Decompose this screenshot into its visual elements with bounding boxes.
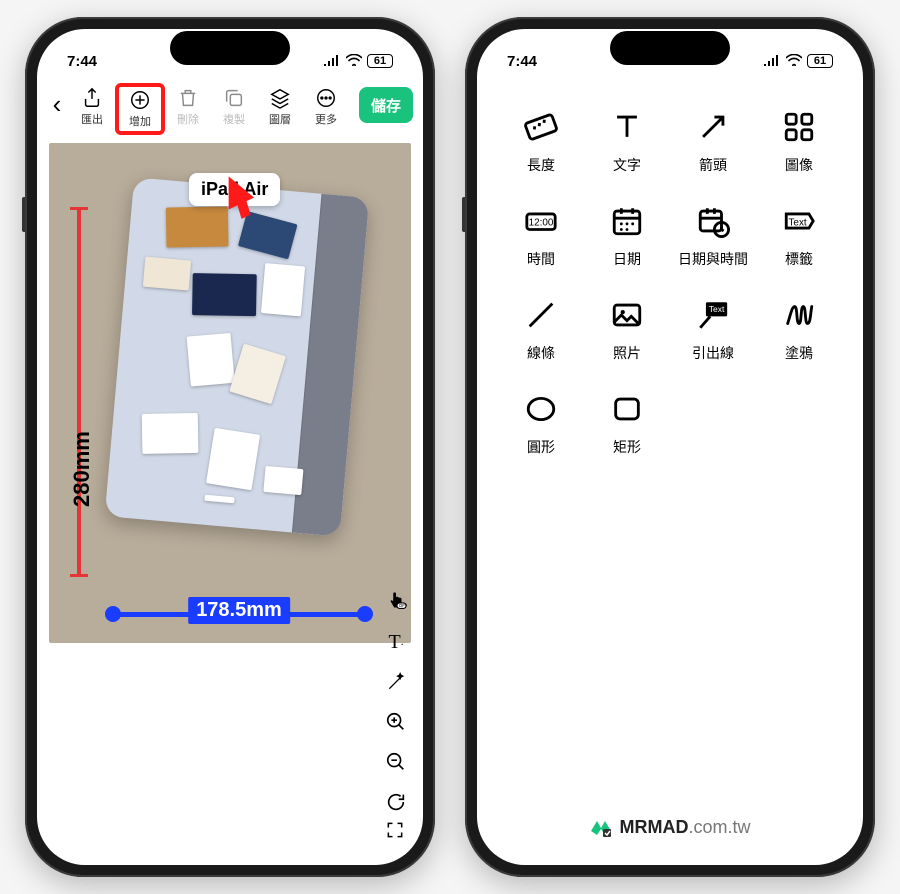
- tool-scribble[interactable]: 塗鴉: [761, 295, 837, 363]
- tool-label: 引出線: [692, 343, 734, 363]
- layers-label: 圖層: [269, 111, 291, 127]
- dynamic-island: [610, 31, 730, 65]
- tool-photo[interactable]: 照片: [589, 295, 665, 363]
- zoom-out-icon[interactable]: [383, 749, 409, 775]
- rotate-icon[interactable]: [383, 789, 409, 815]
- line-icon: [521, 295, 561, 335]
- tool-label: 圓形: [527, 437, 555, 457]
- time-icon: 12:00: [521, 201, 561, 241]
- tool-time[interactable]: 12:00 時間: [503, 201, 579, 269]
- tool-label: 時間: [527, 249, 555, 269]
- delete-label: 刪除: [177, 111, 199, 127]
- scribble-icon: [779, 295, 819, 335]
- tool-label: 日期與時間: [678, 249, 748, 269]
- horizontal-dimension[interactable]: 178.5mm: [113, 612, 365, 617]
- signal-icon: [763, 53, 781, 70]
- svg-text:12:00: 12:00: [529, 217, 554, 228]
- text-icon: [607, 107, 647, 147]
- svg-text:Text: Text: [788, 217, 806, 228]
- fullscreen-icon[interactable]: [385, 820, 405, 845]
- tool-label: 標籤: [785, 249, 813, 269]
- more-button[interactable]: 更多: [303, 83, 349, 131]
- side-toolbar: OFF T.: [383, 589, 409, 815]
- tool-label: 長度: [527, 155, 555, 175]
- delete-button[interactable]: 刪除: [165, 83, 211, 131]
- calendar-clock-icon: [693, 201, 733, 241]
- duplicate-button[interactable]: 複製: [211, 83, 257, 131]
- zoom-in-icon[interactable]: [383, 709, 409, 735]
- tool-label: 線條: [527, 343, 555, 363]
- tool-line[interactable]: 線條: [503, 295, 579, 363]
- photo-icon: [607, 295, 647, 335]
- wifi-icon: [346, 53, 362, 70]
- layers-button[interactable]: 圖層: [257, 83, 303, 131]
- tool-arrow[interactable]: 箭頭: [675, 107, 751, 175]
- tool-circle[interactable]: 圓形: [503, 389, 579, 457]
- screen-left: 7:44 61 ‹ 匯出 增加: [37, 29, 423, 865]
- horizontal-dimension-value: 178.5mm: [188, 597, 290, 624]
- watermark-brand: MRMAD: [619, 817, 688, 837]
- arrow-icon: [693, 107, 733, 147]
- circle-icon: [521, 389, 561, 429]
- save-button[interactable]: 儲存: [359, 87, 413, 123]
- vertical-dimension[interactable]: 280mm: [77, 207, 81, 577]
- dynamic-island: [170, 31, 290, 65]
- callout-icon: Text: [693, 295, 733, 335]
- battery-indicator: 61: [367, 54, 393, 68]
- tool-label: 照片: [613, 343, 641, 363]
- watermark: MRMAD.com.tw: [477, 815, 863, 839]
- tool-rect[interactable]: 矩形: [589, 389, 665, 457]
- tool-date[interactable]: 日期: [589, 201, 665, 269]
- add-tool-picker: 長度 文字 箭頭 圖像 12:00 時間 日期: [477, 83, 863, 481]
- battery-indicator: 61: [807, 54, 833, 68]
- rect-icon: [607, 389, 647, 429]
- tool-label: 文字: [613, 155, 641, 175]
- calendar-icon: [607, 201, 647, 241]
- back-button[interactable]: ‹: [45, 83, 69, 120]
- watermark-suffix: .com.tw: [688, 817, 750, 837]
- vertical-dimension-value: 280mm: [69, 431, 95, 507]
- photo-background: iPad Air 280mm 178.5mm: [49, 143, 411, 643]
- svg-text:OFF: OFF: [399, 603, 407, 608]
- watermark-logo-icon: [589, 815, 613, 839]
- tool-image[interactable]: 圖像: [761, 107, 837, 175]
- tool-callout[interactable]: Text 引出線: [675, 295, 751, 363]
- screen-right: 7:44 61 長度 文字 箭頭: [477, 29, 863, 865]
- grid-icon: [779, 107, 819, 147]
- add-button[interactable]: 增加: [115, 83, 165, 135]
- tool-datetime[interactable]: 日期與時間: [675, 201, 751, 269]
- status-time: 7:44: [507, 53, 537, 70]
- export-label: 匯出: [81, 111, 103, 127]
- svg-text:Text: Text: [709, 304, 725, 314]
- duplicate-label: 複製: [223, 111, 245, 127]
- phone-left: 7:44 61 ‹ 匯出 增加: [25, 17, 435, 877]
- editor-toolbar: ‹ 匯出 增加 刪除 複製 圖層: [37, 83, 423, 143]
- export-button[interactable]: 匯出: [69, 83, 115, 131]
- tool-text[interactable]: 文字: [589, 107, 665, 175]
- touch-toggle-icon[interactable]: OFF: [383, 589, 409, 615]
- tag-icon: Text: [779, 201, 819, 241]
- text-size-icon[interactable]: T.: [383, 629, 409, 655]
- ruler-icon: [521, 107, 561, 147]
- signal-icon: [323, 53, 341, 70]
- tool-label: 日期: [613, 249, 641, 269]
- tool-label: 圖像: [785, 155, 813, 175]
- wifi-icon: [786, 53, 802, 70]
- status-time: 7:44: [67, 53, 97, 70]
- tool-tag[interactable]: Text 標籤: [761, 201, 837, 269]
- tool-label: 矩形: [613, 437, 641, 457]
- tool-label: 箭頭: [699, 155, 727, 175]
- tool-label: 塗鴉: [785, 343, 813, 363]
- magic-wand-icon[interactable]: [383, 669, 409, 695]
- ipad-object[interactable]: [105, 177, 370, 536]
- add-label: 增加: [129, 113, 151, 129]
- canvas[interactable]: iPad Air 280mm 178.5mm: [49, 143, 411, 643]
- tool-length[interactable]: 長度: [503, 107, 579, 175]
- more-label: 更多: [315, 111, 337, 127]
- phone-right: 7:44 61 長度 文字 箭頭: [465, 17, 875, 877]
